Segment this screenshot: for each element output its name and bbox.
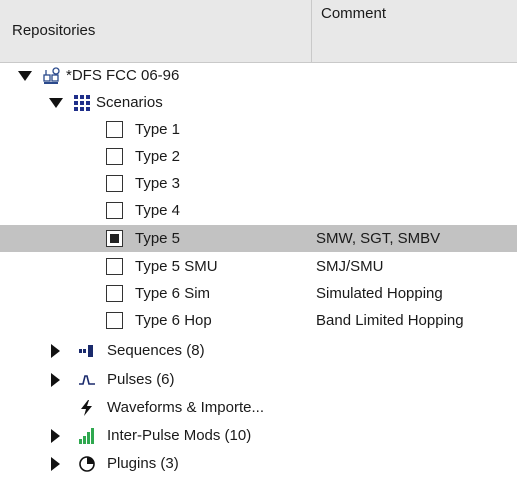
column-header-comment[interactable]: Comment <box>313 0 517 62</box>
expanded-arrow-icon[interactable] <box>49 98 63 108</box>
tree-node-label: Sequences (8) <box>107 342 205 359</box>
tree-node-type[interactable]: Type 4 <box>0 197 517 224</box>
tree-node-pulses[interactable]: Pulses (6) <box>0 366 517 393</box>
tree-node-type[interactable]: Type 5 SMU SMJ/SMU <box>0 253 517 280</box>
checkbox[interactable] <box>106 175 123 192</box>
checkbox[interactable] <box>106 148 123 165</box>
pulse-icon <box>79 375 95 385</box>
tree-node-label: Type 5 <box>135 230 181 247</box>
tree-header: Repositories Comment <box>0 0 517 63</box>
checkbox[interactable] <box>106 258 123 275</box>
tree-node-plugins[interactable]: Plugins (3) <box>0 450 517 477</box>
tree-node-type[interactable]: Type 1 <box>0 116 517 143</box>
comment-cell: SMJ/SMU <box>316 258 384 275</box>
tree-node-type[interactable]: Type 2 <box>0 143 517 170</box>
bars-icon <box>79 428 94 444</box>
tree-node-type[interactable]: Type 6 Hop Band Limited Hopping <box>0 307 517 334</box>
expanded-arrow-icon[interactable] <box>18 71 32 81</box>
tree-node-label: Type 3 <box>135 175 181 192</box>
checkbox[interactable] <box>106 285 123 302</box>
comment-cell: SMW, SGT, SMBV <box>316 230 441 247</box>
checkbox[interactable] <box>106 230 123 247</box>
tree-node-label: *DFS FCC 06-96 <box>66 67 180 84</box>
column-header-repositories[interactable]: Repositories <box>0 0 312 62</box>
tree-node-label: Type 6 Sim <box>135 285 211 302</box>
tree-node-type[interactable]: Type 6 Sim Simulated Hopping <box>0 280 517 307</box>
tree-node-label: Type 1 <box>135 121 181 138</box>
grid-icon <box>74 95 90 111</box>
pie-icon <box>79 456 95 472</box>
tree-node-label: Inter-Pulse Mods (10) <box>107 427 252 444</box>
tree-node-label: Plugins (3) <box>107 455 179 472</box>
tree-node-label: Type 2 <box>135 148 181 165</box>
sequence-icon <box>79 345 93 357</box>
checkbox[interactable] <box>106 121 123 138</box>
collapsed-arrow-icon[interactable] <box>51 429 60 443</box>
tree-node-label: Waveforms & Importe... <box>107 399 264 416</box>
collapsed-arrow-icon[interactable] <box>51 457 60 471</box>
tree-node-interpulse-mods[interactable]: Inter-Pulse Mods (10) <box>0 422 517 449</box>
tree-node-sequences[interactable]: Sequences (8) <box>0 337 517 364</box>
tree-node-label: Type 4 <box>135 202 181 219</box>
comment-cell: Simulated Hopping <box>316 285 443 302</box>
tree-node-label: Type 5 SMU <box>135 258 218 275</box>
repository-icon <box>43 67 60 84</box>
tree-node-type[interactable]: Type 3 <box>0 170 517 197</box>
checkbox[interactable] <box>106 312 123 329</box>
checkbox[interactable] <box>106 202 123 219</box>
tree-node-label: Pulses (6) <box>107 371 175 388</box>
collapsed-arrow-icon[interactable] <box>51 344 60 358</box>
tree-node-root[interactable]: *DFS FCC 06-96 <box>0 62 517 89</box>
tree-node-scenarios[interactable]: Scenarios <box>0 89 517 116</box>
tree-node-label: Scenarios <box>96 94 163 111</box>
comment-cell: Band Limited Hopping <box>316 312 464 329</box>
collapsed-arrow-icon[interactable] <box>51 373 60 387</box>
tree-node-waveforms[interactable]: Waveforms & Importe... <box>0 394 517 421</box>
tree-node-type-selected[interactable]: Type 5 SMW, SGT, SMBV <box>0 225 517 252</box>
lightning-icon <box>81 400 92 416</box>
tree-node-label: Type 6 Hop <box>135 312 212 329</box>
